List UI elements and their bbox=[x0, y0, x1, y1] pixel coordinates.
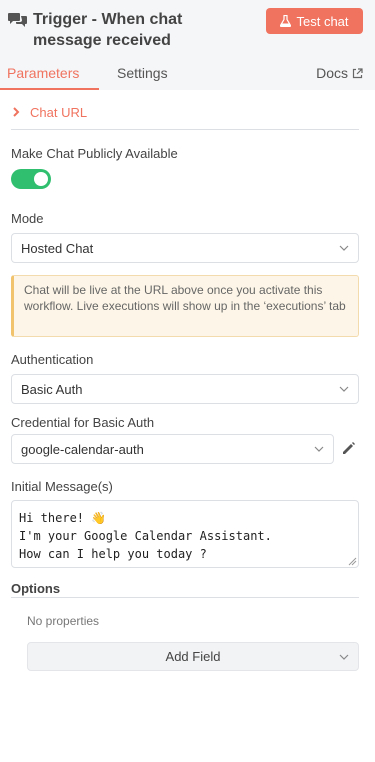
authentication-label: Authentication bbox=[11, 352, 94, 367]
flask-icon bbox=[280, 15, 292, 27]
external-link-icon bbox=[352, 67, 363, 78]
chevron-down-icon bbox=[314, 446, 324, 452]
mode-value: Hosted Chat bbox=[21, 240, 94, 256]
credential-value: google-calendar-auth bbox=[21, 441, 144, 457]
toggle-knob bbox=[34, 172, 48, 186]
tab-parameters[interactable]: Parameters bbox=[7, 65, 79, 81]
public-toggle[interactable] bbox=[11, 169, 51, 189]
node-header: Trigger - When chat message received Tes… bbox=[0, 0, 375, 90]
node-title: Trigger - When chat message received bbox=[33, 11, 183, 49]
chevron-down-icon bbox=[339, 386, 349, 392]
chat-url-label: Chat URL bbox=[30, 105, 88, 120]
tab-settings[interactable]: Settings bbox=[117, 65, 168, 81]
mode-label: Mode bbox=[11, 211, 44, 226]
test-chat-button[interactable]: Test chat bbox=[266, 8, 363, 34]
chevron-down-icon bbox=[339, 245, 349, 251]
credential-select[interactable]: google-calendar-auth bbox=[11, 434, 334, 464]
docs-link[interactable]: Docs bbox=[316, 65, 363, 81]
activation-notice: Chat will be live at the URL above once … bbox=[11, 275, 359, 337]
authentication-value: Basic Auth bbox=[21, 381, 83, 397]
options-divider bbox=[11, 597, 359, 598]
chevron-right-icon bbox=[13, 107, 20, 117]
chat-bubbles-icon bbox=[8, 13, 27, 27]
initial-messages-textarea[interactable]: Hi there! 👋 I'm your Google Calendar Ass… bbox=[11, 500, 359, 568]
resize-grip-icon[interactable] bbox=[348, 557, 357, 566]
credential-label: Credential for Basic Auth bbox=[11, 415, 155, 430]
add-field-label: Add Field bbox=[165, 649, 221, 664]
test-chat-label: Test chat bbox=[296, 13, 349, 29]
tab-bar: Parameters Settings Docs bbox=[0, 60, 375, 90]
options-label: Options bbox=[11, 581, 61, 596]
active-tab-indicator bbox=[0, 88, 99, 90]
chevron-down-icon bbox=[339, 654, 349, 660]
pencil-icon[interactable] bbox=[341, 441, 356, 456]
no-properties-text: No properties bbox=[27, 614, 100, 628]
mode-select[interactable]: Hosted Chat bbox=[11, 233, 359, 263]
public-label: Make Chat Publicly Available bbox=[11, 146, 178, 161]
docs-label: Docs bbox=[316, 65, 348, 81]
chat-url-section[interactable]: Chat URL bbox=[11, 103, 359, 130]
add-field-button[interactable]: Add Field bbox=[27, 642, 359, 671]
initial-messages-label: Initial Message(s) bbox=[11, 479, 113, 494]
authentication-select[interactable]: Basic Auth bbox=[11, 374, 359, 404]
